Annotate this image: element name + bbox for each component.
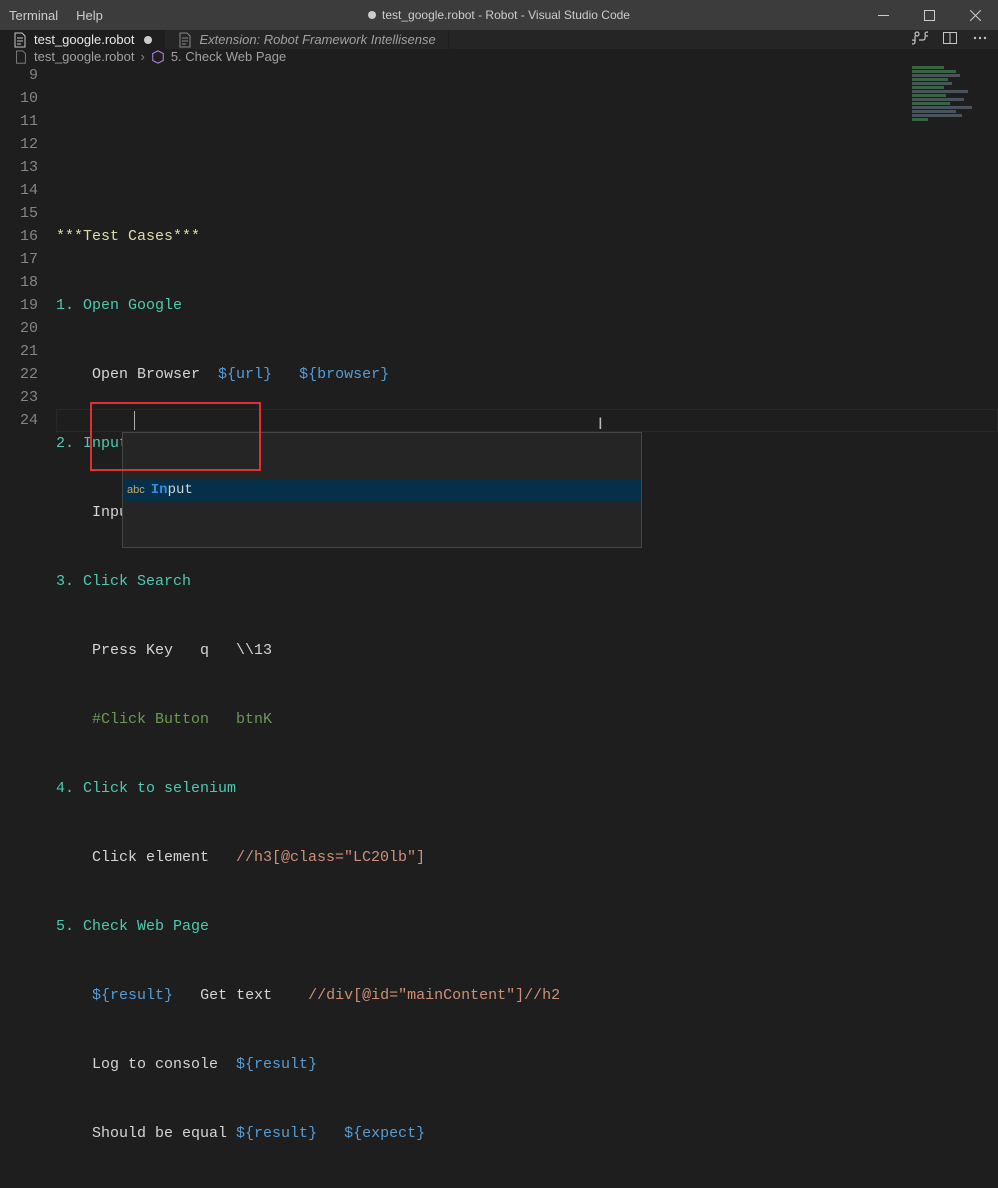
editor-code[interactable]: ***Test Cases*** 1. Open Google Open Bro… [56,64,998,1188]
more-actions-icon[interactable] [972,30,988,49]
suggest-item-input[interactable]: abc Input [123,479,641,501]
dirty-indicator-icon [368,11,376,19]
text-cursor [134,411,135,430]
code-line: 1. Open Google [56,294,998,317]
window-minimize-button[interactable] [860,0,906,30]
compare-changes-icon[interactable] [912,30,928,49]
editor[interactable]: 91011 121314 151617 181920 212223 24 ***… [0,64,998,1188]
code-line: Click element //h3[@class="LC20lb"] [56,846,998,869]
code-line: Log to console ${result} [56,1053,998,1076]
chevron-right-icon: › [140,49,144,64]
tab-label: Extension: Robot Framework Intellisense [199,32,435,47]
window-close-button[interactable] [952,0,998,30]
current-line-highlight [56,409,998,432]
suggest-kind-text-icon: abc [127,479,145,502]
tab-test-google-robot[interactable]: test_google.robot [0,30,165,49]
breadcrumb-symbol[interactable]: 5. Check Web Page [171,49,286,64]
code-line: Open Browser ${url} ${browser} [56,363,998,386]
file-icon [14,50,28,64]
breadcrumb[interactable]: test_google.robot › 5. Check Web Page [0,49,998,64]
code-line: #Click Button btnK [56,708,998,731]
intellisense-suggest-widget[interactable]: abc Input [122,432,642,548]
code-line: 4. Click to selenium [56,777,998,800]
code-line: 3. Click Search [56,570,998,593]
breadcrumb-file[interactable]: test_google.robot [34,49,134,64]
code-line: ***Test Cases*** [56,225,998,248]
tab-dirty-icon [144,36,152,44]
tab-bar: test_google.robot Extension: Robot Frame… [0,30,998,49]
code-line: Press Key q \\13 [56,639,998,662]
file-icon [12,32,28,48]
split-editor-icon[interactable] [942,30,958,49]
code-line [56,156,998,179]
code-line: Should be equal ${result} ${expect} [56,1122,998,1145]
menu-terminal[interactable]: Terminal [0,0,67,30]
code-line: ${result} Get text //div[@id="mainConten… [56,984,998,1007]
code-line: 5. Check Web Page [56,915,998,938]
window-title-text: test_google.robot - Robot - Visual Studi… [382,8,630,22]
title-bar: Terminal Help test_google.robot - Robot … [0,0,998,30]
menu-help[interactable]: Help [67,0,112,30]
window-maximize-button[interactable] [906,0,952,30]
minimap[interactable] [912,66,992,136]
window-title: test_google.robot - Robot - Visual Studi… [368,8,630,22]
symbol-icon [151,50,165,64]
tab-label: test_google.robot [34,32,134,47]
line-number-gutter: 91011 121314 151617 181920 212223 24 [0,64,56,1188]
file-icon [177,32,193,48]
tab-extension-rf-intellisense[interactable]: Extension: Robot Framework Intellisense [165,30,448,49]
